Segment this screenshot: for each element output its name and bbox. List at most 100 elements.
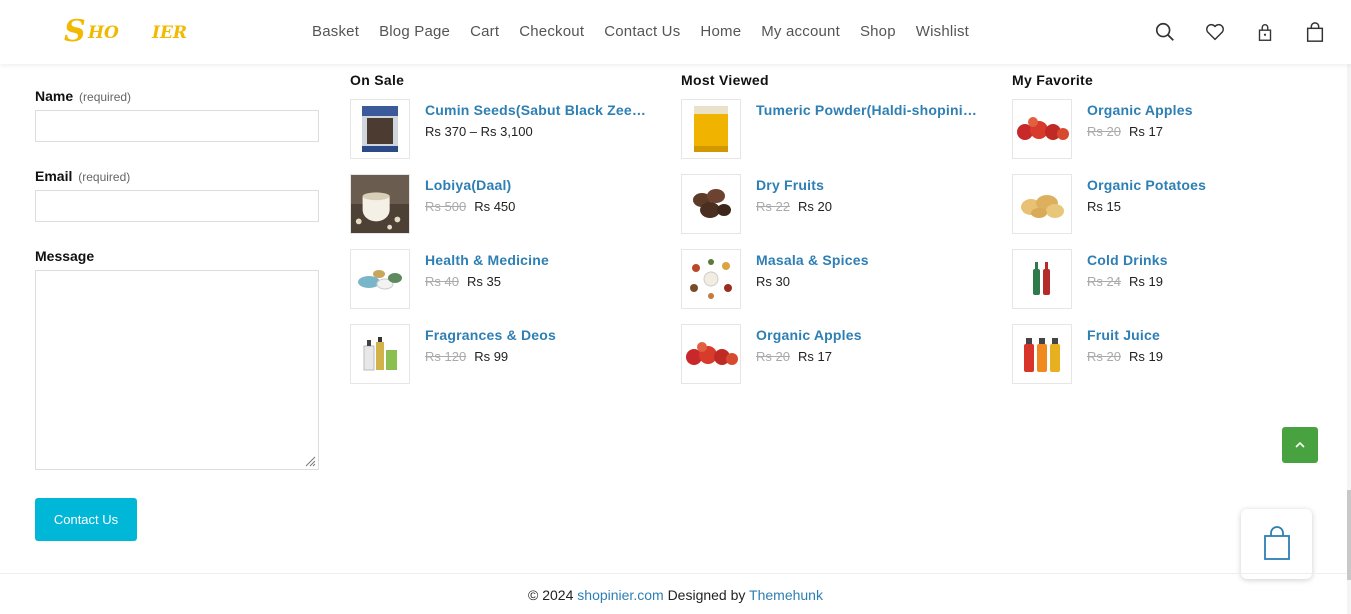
nav-home[interactable]: Home <box>700 23 741 40</box>
product-name[interactable]: Organic Apples <box>1087 102 1312 118</box>
product-thumbnail[interactable] <box>350 174 410 234</box>
product-item[interactable]: Lobiya(Daal) Rs 500 Rs 450 <box>350 174 650 249</box>
product-thumbnail[interactable] <box>1012 249 1072 309</box>
product-price: Rs 22 Rs 20 <box>756 199 832 214</box>
cold-drinks-image <box>1033 262 1050 295</box>
search-icon[interactable] <box>1154 20 1176 44</box>
column-title: Most Viewed <box>681 72 769 88</box>
apples-image <box>1017 117 1069 140</box>
product-name[interactable]: Fragrances & Deos <box>425 327 650 343</box>
heart-icon[interactable] <box>1204 20 1226 44</box>
product-thumbnail[interactable] <box>681 249 741 309</box>
column-title: On Sale <box>350 72 405 88</box>
product-item[interactable]: Dry Fruits Rs 22 Rs 20 <box>681 174 981 249</box>
product-price: Rs 370 – Rs 3,100 <box>425 124 533 139</box>
contact-form: Name (required) Email (required) Message <box>35 88 319 470</box>
product-name[interactable]: Cold Drinks <box>1087 252 1312 268</box>
product-name[interactable]: Lobiya(Daal) <box>425 177 650 193</box>
product-item[interactable]: Organic Apples Rs 20 Rs 17 <box>1012 99 1312 174</box>
product-item[interactable]: Cold Drinks Rs 24 Rs 19 <box>1012 249 1312 324</box>
email-label: Email (required) <box>35 168 131 184</box>
bottles-image <box>363 337 397 371</box>
product-price: Rs 20 Rs 19 <box>1087 349 1163 364</box>
product-item[interactable]: Organic Potatoes Rs 15 <box>1012 174 1312 249</box>
nav-cart[interactable]: Cart <box>470 23 499 40</box>
old-price: Rs 22 <box>756 199 790 214</box>
product-thumbnail[interactable] <box>350 99 410 159</box>
nav-shop[interactable]: Shop <box>860 23 896 40</box>
scrollbar-thumb[interactable] <box>1347 490 1351 580</box>
themehunk-link[interactable]: Themehunk <box>749 587 823 603</box>
product-thumbnail[interactable] <box>1012 99 1072 159</box>
header-icons <box>1154 20 1326 44</box>
apples-image <box>686 342 738 365</box>
most-viewed-column: Most Viewed Tumeric Powder(Haldi-shopini… <box>681 72 981 399</box>
name-label: Name (required) <box>35 88 132 104</box>
product-thumbnail[interactable] <box>681 174 741 234</box>
site-link[interactable]: shopinier.com <box>577 587 663 603</box>
product-item[interactable]: Masala & Spices Rs 30 <box>681 249 981 324</box>
product-item[interactable]: Cumin Seeds(Sabut Black Zeera-... Rs 370… <box>350 99 650 174</box>
resize-grip-icon[interactable] <box>304 455 316 467</box>
nav-basket[interactable]: Basket <box>312 23 359 40</box>
logo-text-2: IER <box>152 23 188 43</box>
product-name[interactable]: Cumin Seeds(Sabut Black Zeera-... <box>425 102 650 118</box>
product-price: Rs 120 Rs 99 <box>425 349 509 364</box>
my-favorite-column: My Favorite Organic Apples Rs 20 Rs 17 Or… <box>1012 72 1312 399</box>
product-name[interactable]: Fruit Juice <box>1087 327 1312 343</box>
product-name[interactable]: Organic Apples <box>756 327 981 343</box>
scroll-to-top-button[interactable] <box>1282 427 1318 463</box>
product-name[interactable]: Tumeric Powder(Haldi-shopinier... <box>756 102 981 118</box>
nav-wishlist[interactable]: Wishlist <box>916 23 969 40</box>
old-price: Rs 40 <box>425 274 459 289</box>
nav-blog-page[interactable]: Blog Page <box>379 23 450 40</box>
message-field[interactable] <box>35 270 319 470</box>
name-field[interactable] <box>35 110 319 142</box>
page-scrollbar[interactable] <box>1347 0 1351 614</box>
site-footer: © 2024 shopinier.com Designed by Themehu… <box>0 573 1351 614</box>
contact-us-button[interactable]: Contact Us <box>35 498 137 541</box>
on-sale-column: On Sale Cumin Seeds(Sabut Black Zeera-..… <box>350 72 650 399</box>
turmeric-pack-image <box>694 106 728 152</box>
logo-letter: S <box>64 14 86 49</box>
message-label: Message <box>35 248 95 264</box>
copyright-text: © 2024 <box>528 587 574 603</box>
nav-my-account[interactable]: My account <box>761 23 840 40</box>
product-thumbnail[interactable] <box>681 99 741 159</box>
product-item[interactable]: Health & Medicine Rs 40 Rs 35 <box>350 249 650 324</box>
pills-image <box>358 270 402 290</box>
email-field[interactable] <box>35 190 319 222</box>
shopping-bag-icon <box>1263 526 1290 560</box>
nav-contact-us[interactable]: Contact Us <box>604 23 680 40</box>
site-logo[interactable]: S HO IER <box>64 14 194 50</box>
product-name[interactable]: Masala & Spices <box>756 252 981 268</box>
product-thumbnail[interactable] <box>1012 174 1072 234</box>
product-item[interactable]: Fruit Juice Rs 20 Rs 19 <box>1012 324 1312 399</box>
lock-icon[interactable] <box>1254 20 1276 44</box>
product-price: Rs 500 Rs 450 <box>425 199 516 214</box>
product-price: Rs 20 Rs 17 <box>756 349 832 364</box>
designed-by-text: Designed by <box>667 587 746 603</box>
email-required: (required) <box>78 170 131 184</box>
product-item[interactable]: Organic Apples Rs 20 Rs 17 <box>681 324 981 399</box>
nav-checkout[interactable]: Checkout <box>519 23 584 40</box>
product-name[interactable]: Dry Fruits <box>756 177 981 193</box>
product-thumbnail[interactable] <box>350 324 410 384</box>
product-name[interactable]: Organic Potatoes <box>1087 177 1312 193</box>
old-price: Rs 500 <box>425 199 467 214</box>
name-required: (required) <box>79 90 132 104</box>
chevron-up-icon <box>1295 441 1305 448</box>
product-thumbnail[interactable] <box>1012 324 1072 384</box>
product-item[interactable]: Fragrances & Deos Rs 120 Rs 99 <box>350 324 650 399</box>
cumin-pack-image <box>362 106 398 152</box>
main-nav: Basket Blog Page Cart Checkout Contact U… <box>312 23 969 40</box>
product-name[interactable]: Health & Medicine <box>425 252 650 268</box>
product-thumbnail[interactable] <box>681 324 741 384</box>
product-item[interactable]: Tumeric Powder(Haldi-shopinier... <box>681 99 981 174</box>
juices-image <box>1024 338 1060 372</box>
logo-text-1: HO <box>88 23 119 43</box>
floating-cart-button[interactable] <box>1241 509 1312 579</box>
product-thumbnail[interactable] <box>350 249 410 309</box>
bag-icon[interactable] <box>1304 20 1326 44</box>
product-price: Rs 24 Rs 19 <box>1087 274 1163 289</box>
